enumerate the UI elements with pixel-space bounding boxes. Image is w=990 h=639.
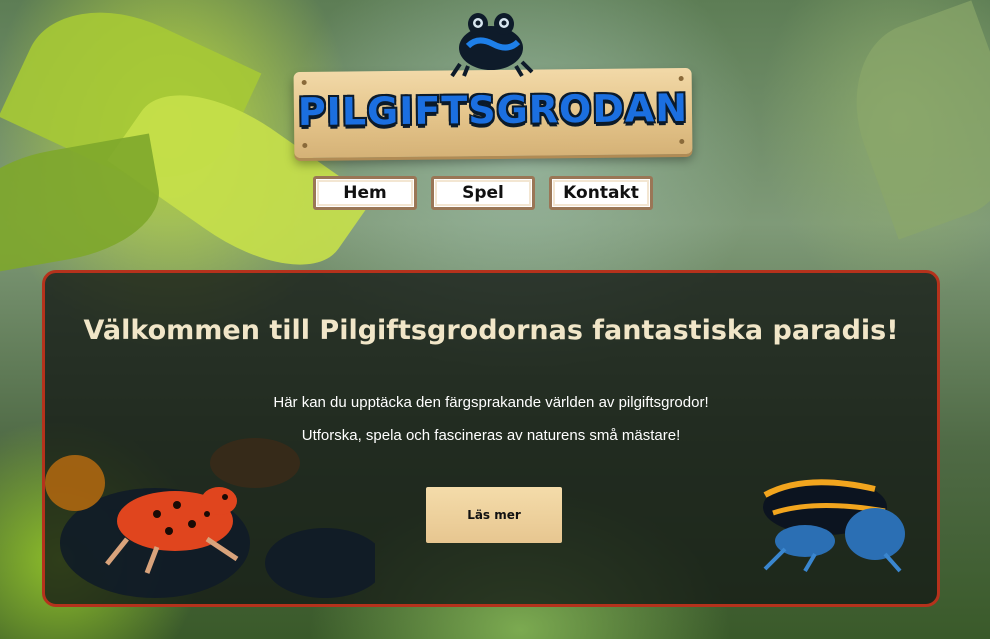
red-frog-image bbox=[105, 487, 239, 574]
nail-icon bbox=[302, 142, 308, 148]
nail-icon bbox=[678, 76, 684, 82]
blue-frog-image bbox=[763, 479, 905, 573]
hero-text-explore: Utforska, spela och fascineras av nature… bbox=[301, 427, 681, 444]
site-title: PILGIFTSGRODAN bbox=[297, 85, 689, 135]
nav-item-kontakt[interactable]: Kontakt bbox=[549, 176, 653, 210]
nail-icon bbox=[301, 79, 307, 86]
hero-text-intro: Här kan du upptäcka den färgsprakande vä… bbox=[273, 394, 709, 411]
frog-icon bbox=[450, 13, 534, 78]
nail-icon bbox=[679, 138, 685, 145]
nav-item-spel[interactable]: Spel bbox=[431, 176, 535, 210]
logo-sign[interactable]: PILGIFTSGRODAN bbox=[293, 67, 693, 159]
hero-title: Välkommen till Pilgiftsgrodornas fantast… bbox=[83, 315, 899, 346]
main-nav: Hem Spel Kontakt bbox=[313, 176, 653, 210]
hero-panel: Välkommen till Pilgiftsgrodornas fantast… bbox=[42, 270, 940, 607]
read-more-button[interactable]: Läs mer bbox=[426, 487, 562, 543]
nav-item-hem[interactable]: Hem bbox=[313, 176, 417, 210]
